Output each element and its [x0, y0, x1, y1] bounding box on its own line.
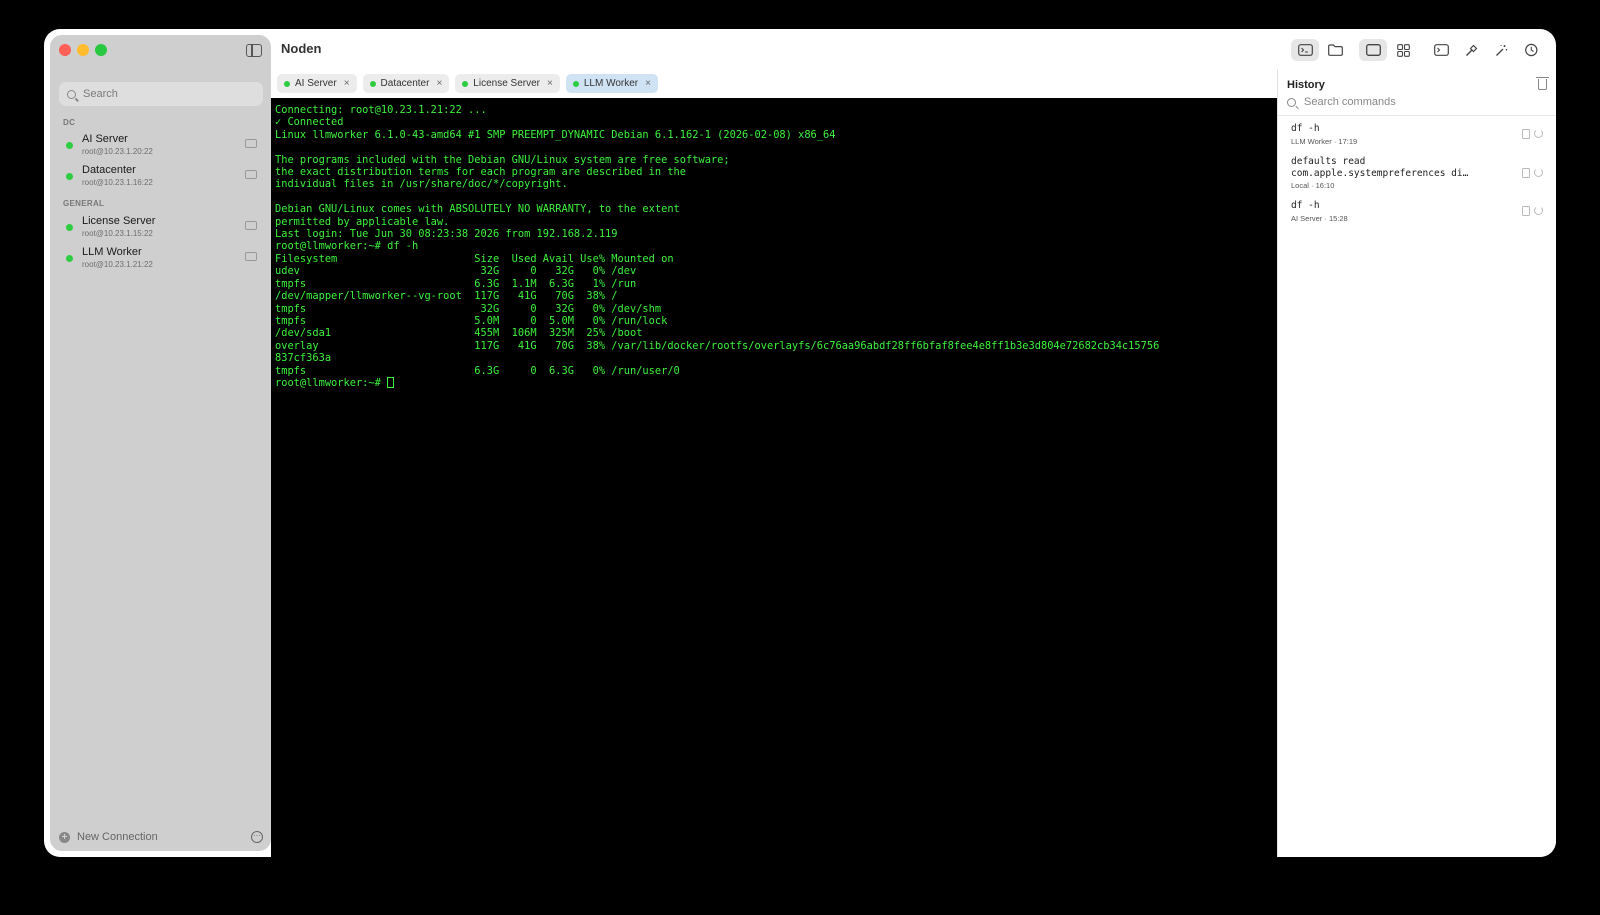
terminal-cursor [387, 376, 395, 388]
sidebar-footer: + New Connection ··· [59, 829, 265, 845]
history-command: df -h [1291, 123, 1320, 134]
folder-icon[interactable] [245, 221, 257, 230]
connection-address: root@10.23.1.21:22 [82, 260, 153, 269]
tab-ai-server[interactable]: AI Server × [277, 74, 357, 93]
status-dot [369, 80, 376, 87]
rerun-icon[interactable] [1534, 129, 1543, 138]
history-panel: History Search commands df -h LLM Worker… [1277, 69, 1556, 857]
folder-icon[interactable] [245, 252, 257, 261]
new-connection-button[interactable]: New Connection [77, 831, 158, 843]
status-dot [462, 80, 469, 87]
tab-label: License Server [473, 78, 540, 89]
connection-name: License Server [82, 215, 156, 227]
status-dot [66, 224, 73, 231]
minimize-window-button[interactable] [77, 44, 89, 56]
terminal-prompt: root@llmworker:~# [275, 376, 388, 389]
connection-name: AI Server [82, 133, 128, 145]
window-controls [59, 44, 107, 56]
folder-icon[interactable] [245, 139, 257, 148]
history-search-input[interactable]: Search commands [1287, 96, 1396, 108]
connection-address: root@10.23.1.16:22 [82, 178, 153, 187]
tab-datacenter[interactable]: Datacenter × [362, 74, 450, 93]
folder-icon[interactable] [1321, 39, 1349, 61]
zoom-window-button[interactable] [95, 44, 107, 56]
connection-address: root@10.23.1.20:22 [82, 147, 153, 156]
console-icon[interactable] [1427, 39, 1455, 61]
sidebar-search-placeholder: Search [83, 88, 118, 100]
history-meta: LLM Worker · 17:19 [1291, 136, 1358, 146]
history-command: df -h [1291, 200, 1320, 211]
tab-label: AI Server [295, 78, 337, 89]
status-dot [66, 142, 73, 149]
app-window: Search DC AI Server root@10.23.1.20:22 D… [44, 29, 1556, 857]
connection-llm-worker[interactable]: LLM Worker root@10.23.1.21:22 [63, 246, 261, 274]
tab-bar: AI Server × Datacenter × License Server … [271, 69, 1277, 98]
tab-label: LLM Worker [583, 78, 639, 89]
more-icon[interactable]: ··· [251, 831, 263, 843]
status-dot [66, 255, 73, 262]
status-dot [572, 80, 579, 87]
close-window-button[interactable] [59, 44, 71, 56]
plus-icon[interactable]: + [59, 831, 70, 843]
history-item[interactable]: df -h LLM Worker · 17:19 [1291, 123, 1547, 146]
group-title-dc: DC [63, 118, 76, 127]
sidebar: Search DC AI Server root@10.23.1.20:22 D… [50, 35, 271, 851]
connection-name: LLM Worker [82, 246, 142, 258]
sidebar-search-input[interactable]: Search [59, 82, 263, 106]
history-command-continued: com.apple.systempreferences di… [1291, 167, 1469, 179]
group-title-general: GENERAL [63, 199, 105, 208]
folder-icon[interactable] [245, 170, 257, 179]
close-tab-icon[interactable]: × [645, 78, 651, 89]
rerun-icon[interactable] [1534, 168, 1543, 177]
tab-llm-worker[interactable]: LLM Worker × [565, 74, 658, 93]
history-title: History [1287, 79, 1325, 91]
connection-datacenter[interactable]: Datacenter root@10.23.1.16:22 [63, 164, 261, 192]
connection-address: root@10.23.1.15:22 [82, 229, 153, 238]
magic-wand-icon[interactable] [1487, 39, 1515, 61]
rerun-icon[interactable] [1534, 206, 1543, 215]
terminal-output: Connecting: root@10.23.1.21:22 ... ✓ Con… [275, 104, 1277, 389]
tab-label: Datacenter [380, 78, 430, 89]
sidebar-toggle-icon[interactable] [246, 44, 262, 57]
search-icon [1287, 97, 1296, 107]
terminal-pane[interactable]: Connecting: root@10.23.1.21:22 ... ✓ Con… [271, 98, 1277, 857]
close-tab-icon[interactable]: × [344, 78, 350, 89]
grid-icon[interactable] [1389, 39, 1417, 61]
history-command: defaults read [1291, 156, 1366, 167]
status-dot [66, 173, 73, 180]
tab-license-server[interactable]: License Server × [455, 74, 560, 93]
connection-ai-server[interactable]: AI Server root@10.23.1.20:22 [63, 133, 261, 161]
connection-license-server[interactable]: License Server root@10.23.1.15:22 [63, 215, 261, 243]
toolbar [1291, 39, 1545, 61]
history-meta: AI Server · 15:28 [1291, 213, 1348, 223]
app-title: Noden [281, 41, 322, 56]
connection-name: Datacenter [82, 164, 136, 176]
hammer-icon[interactable] [1457, 39, 1485, 61]
close-tab-icon[interactable]: × [436, 78, 442, 89]
close-tab-icon[interactable]: × [547, 78, 553, 89]
single-pane-icon[interactable] [1359, 39, 1387, 61]
search-icon [67, 89, 76, 99]
history-item[interactable]: defaults read com.apple.systempreference… [1291, 156, 1547, 190]
history-meta: Local · 16:10 [1291, 181, 1335, 190]
history-icon[interactable] [1517, 39, 1545, 61]
history-search-placeholder: Search commands [1304, 96, 1396, 108]
terminal-icon[interactable] [1291, 39, 1319, 61]
divider [1278, 115, 1556, 116]
status-dot [284, 80, 290, 87]
copy-icon[interactable] [1522, 168, 1530, 178]
copy-icon[interactable] [1522, 129, 1530, 139]
terminal-scrollback: Connecting: root@10.23.1.21:22 ... ✓ Con… [275, 104, 1160, 377]
history-item[interactable]: df -h AI Server · 15:28 [1291, 200, 1547, 223]
trash-icon[interactable] [1536, 77, 1549, 90]
copy-icon[interactable] [1522, 206, 1530, 216]
